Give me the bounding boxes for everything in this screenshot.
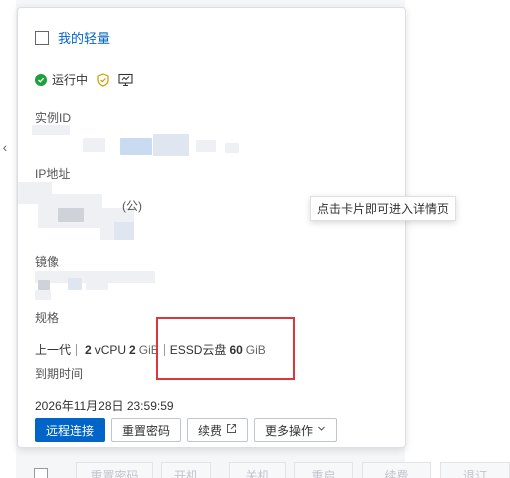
- monitor-icon: [118, 73, 133, 87]
- bulk-unsubscribe-button[interactable]: 退订: [440, 462, 510, 478]
- bulk-stop-button[interactable]: 关机: [229, 462, 286, 478]
- ip-label: IP地址: [35, 167, 71, 181]
- card-actions: 远程连接 重置密码 续费 更多操作: [35, 418, 338, 442]
- instance-card[interactable]: 我的轻量 运行中 实例ID IP地址 (公) 镜像 规格 上一代 2 vCPU …: [17, 7, 406, 448]
- image-label: 镜像: [35, 255, 60, 269]
- more-actions-button[interactable]: 更多操作: [254, 418, 338, 442]
- memory-value: 2: [129, 342, 136, 357]
- status-text: 运行中: [52, 73, 89, 87]
- bulk-restart-button[interactable]: 重启: [294, 462, 353, 478]
- spec-label: 规格: [35, 311, 60, 325]
- external-link-icon: [226, 423, 237, 437]
- expire-value: 2026年11月28日 23:59:59: [35, 399, 174, 413]
- renew-button[interactable]: 续费: [187, 418, 249, 442]
- expire-label: 到期时间: [35, 367, 84, 381]
- card-tooltip: 点击卡片即可进入详情页: [310, 196, 457, 221]
- bulk-renew-button[interactable]: 续费: [362, 462, 431, 478]
- right-panel: [405, 0, 510, 478]
- chevron-left-icon[interactable]: ‹: [0, 134, 10, 160]
- card-header: 我的轻量: [35, 28, 110, 47]
- bulk-start-button[interactable]: 开机: [161, 462, 211, 478]
- spec-generation: 上一代: [35, 343, 72, 357]
- instance-id-label: 实例ID: [35, 111, 72, 125]
- status-row: 运行中: [35, 71, 133, 88]
- reset-password-button[interactable]: 重置密码: [111, 418, 182, 442]
- select-checkbox[interactable]: [35, 30, 49, 45]
- left-gutter: [0, 0, 16, 478]
- highlight-box: [156, 317, 295, 380]
- ip-public-tag: (公): [122, 199, 142, 213]
- instance-title[interactable]: 我的轻量: [58, 28, 110, 47]
- renew-label: 续费: [198, 423, 223, 438]
- more-actions-label: 更多操作: [265, 423, 314, 438]
- vcpu-value: 2: [85, 342, 92, 357]
- shield-check-icon: [96, 72, 110, 87]
- bulk-select-checkbox[interactable]: [34, 468, 48, 478]
- running-status-icon: [35, 73, 47, 86]
- remote-connect-button[interactable]: 远程连接: [35, 418, 106, 442]
- chevron-down-icon: [317, 424, 326, 436]
- vcpu-unit: vCPU: [94, 342, 127, 357]
- bulk-reset-password-button[interactable]: 重置密码: [76, 462, 153, 478]
